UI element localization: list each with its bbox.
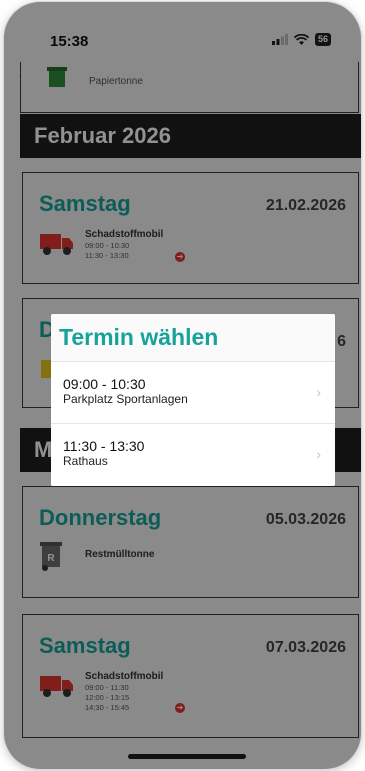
chevron-right-icon: › — [316, 384, 321, 400]
option-time: 09:00 - 10:30 — [63, 376, 146, 392]
appointment-dialog: Termin wählen 09:00 - 10:30 Parkplatz Sp… — [51, 314, 335, 486]
chevron-right-icon: › — [316, 446, 321, 462]
phone-screen: 15:38 56 Papiertonne Februar 2026 Samsta… — [4, 2, 361, 769]
option-place: Rathaus — [63, 454, 108, 468]
dialog-title: Termin wählen — [51, 314, 335, 362]
dialog-option[interactable]: 09:00 - 10:30 Parkplatz Sportanlagen › — [51, 362, 335, 424]
option-time: 11:30 - 13:30 — [63, 438, 145, 454]
home-indicator[interactable] — [128, 754, 246, 759]
option-place: Parkplatz Sportanlagen — [63, 392, 188, 406]
dialog-option[interactable]: 11:30 - 13:30 Rathaus › — [51, 424, 335, 486]
